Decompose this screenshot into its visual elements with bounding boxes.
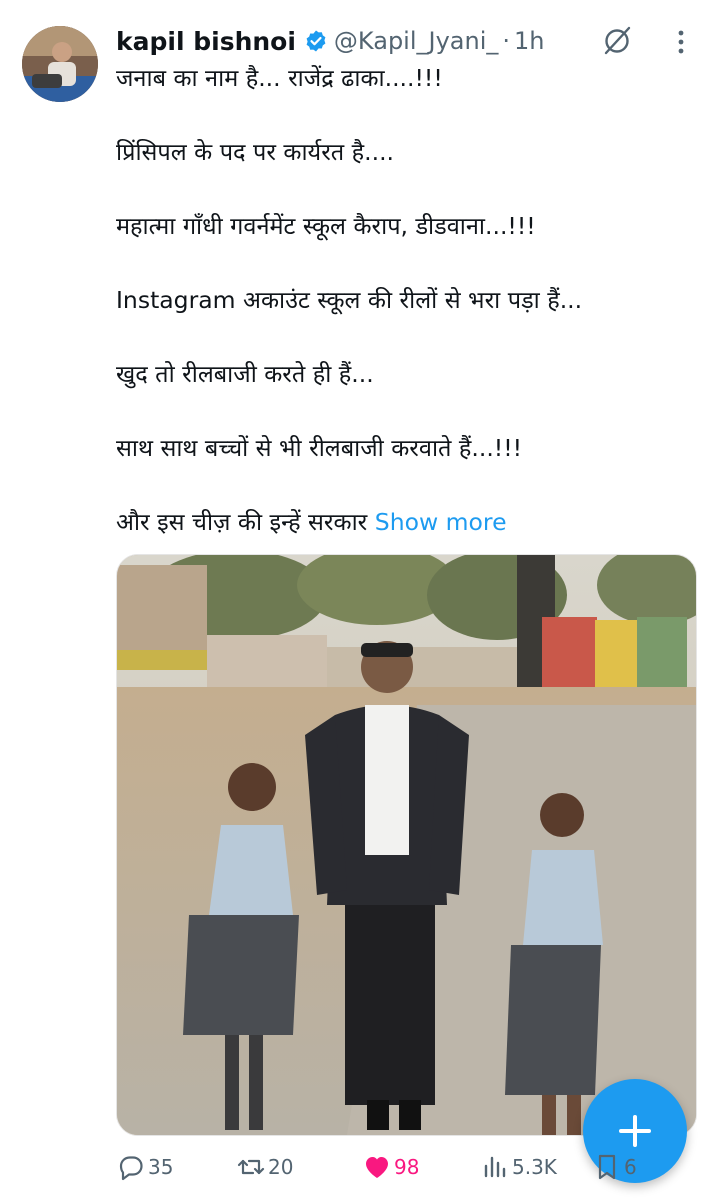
tweet-text: जनाब का नाम है... राजेंद्र ढाका....!!! प…: [116, 60, 696, 578]
separator-dot: ·: [502, 27, 511, 55]
like-count: 98: [394, 1155, 420, 1179]
tweet-line: Instagram अकाउंट स्कूल की रीलों से भरा प…: [116, 286, 583, 314]
reply-count: 35: [148, 1155, 174, 1179]
tweet-line: और इस चीज़ की इन्हें सरकार: [116, 508, 368, 536]
tweet-media[interactable]: [116, 554, 697, 1136]
tweet-line: जनाब का नाम है... राजेंद्र ढाका....!!!: [116, 64, 443, 92]
author-handle[interactable]: @Kapil_Jyani_: [334, 27, 498, 55]
tweet-last-line: और इस चीज़ की इन्हें सरकार Show more: [116, 504, 696, 541]
bookmark-button[interactable]: 6: [592, 1150, 637, 1184]
like-button[interactable]: 98: [362, 1150, 419, 1184]
show-more-link[interactable]: Show more: [375, 508, 507, 536]
views-button[interactable]: 5.3K: [480, 1150, 557, 1184]
tweet-line: खुद तो रीलबाजी करते ही हैं...: [116, 360, 374, 388]
repost-count: 20: [268, 1155, 294, 1179]
more-icon[interactable]: [668, 28, 694, 56]
reply-button[interactable]: 35: [116, 1150, 173, 1184]
tweet-line: साथ साथ बच्चों से भी रीलबाजी करवाते हैं.…: [116, 434, 523, 462]
heart-icon: [366, 1157, 388, 1178]
tweet-photo: [117, 555, 696, 1135]
plus-icon: [619, 1115, 651, 1147]
verified-badge-icon: [306, 30, 326, 52]
timestamp[interactable]: 1h: [514, 27, 544, 55]
views-icon: [484, 1156, 506, 1178]
bookmark-icon: [598, 1154, 616, 1180]
bookmark-count: 6: [624, 1155, 637, 1179]
tweet-line: प्रिंसिपल के पद पर कार्यरत है....: [116, 138, 395, 166]
avatar[interactable]: [22, 26, 98, 102]
views-count: 5.3K: [512, 1155, 557, 1179]
repost-icon: [237, 1159, 265, 1175]
grok-icon[interactable]: [600, 24, 634, 58]
avatar-image: [22, 26, 98, 102]
reply-icon: [119, 1156, 143, 1181]
author-name[interactable]: kapil bishnoi: [116, 27, 296, 56]
tweet-line: महात्मा गाँधी गवर्नमेंट स्कूल कैराप, डीड…: [116, 212, 536, 240]
tweet-header: kapil bishnoi @Kapil_Jyani_ · 1h: [116, 24, 545, 58]
repost-button[interactable]: 20: [236, 1150, 293, 1184]
tweet-actions: 35 20 98 5.3K 6: [116, 1150, 696, 1184]
